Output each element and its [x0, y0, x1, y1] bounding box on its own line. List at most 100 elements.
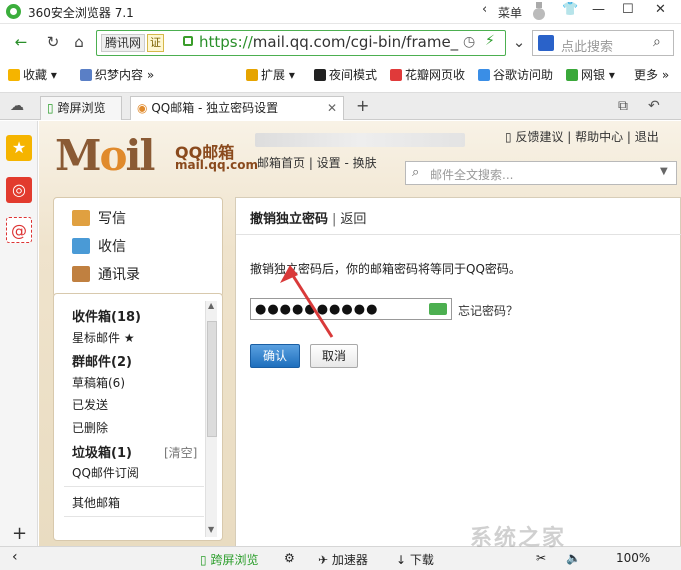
url-path: mail.qq.com/cgi-bin/frame_: [252, 33, 459, 51]
folder-spam[interactable]: 垃圾箱(1): [72, 442, 132, 461]
site-badge[interactable]: 腾讯网: [101, 34, 146, 52]
contacts-icon: [72, 266, 90, 282]
annotation-arrow: [280, 265, 334, 338]
bookmark-night-mode[interactable]: 夜间模式: [314, 66, 377, 83]
bookmark-label: 更多: [634, 68, 659, 82]
mail-sidebar-icon[interactable]: @: [6, 217, 32, 243]
confirm-button[interactable]: 确认: [250, 344, 300, 368]
cloud-icon[interactable]: ☁: [10, 98, 24, 114]
scrollbar-thumb[interactable]: [207, 321, 217, 437]
refresh-icon[interactable]: ↻: [42, 32, 64, 52]
bookmark-more[interactable]: 更多 »: [634, 66, 669, 83]
zoom-level[interactable]: 100%: [616, 551, 650, 565]
page-action-icon[interactable]: ◷: [463, 34, 475, 50]
brand-domain: mail.qq.com: [175, 158, 258, 172]
search-box[interactable]: 点此搜索 ⌕: [532, 30, 674, 56]
url-scheme: https://: [199, 33, 253, 51]
weibo-icon[interactable]: ◎: [6, 177, 32, 203]
chevron-down-icon[interactable]: ▼: [660, 166, 668, 177]
bookmark-extensions[interactable]: 扩展 ▾: [246, 66, 295, 83]
folder-scrollbar[interactable]: ▲ ▼: [205, 301, 217, 537]
compose-button[interactable]: 写信: [72, 208, 126, 228]
mail-search-input[interactable]: ⌕ 邮件全文搜索... ▼: [405, 161, 677, 185]
status-cross-screen[interactable]: ▯ 跨屏浏览: [200, 551, 258, 568]
bookmark-huaban[interactable]: 花瓣网页收: [390, 66, 465, 83]
tab-label: QQ邮箱 - 独立密码设置: [151, 101, 279, 115]
address-bar[interactable]: 腾讯网 证 https://mail.qq.com/cgi-bin/frame_…: [96, 30, 506, 56]
bookmark-favorites[interactable]: 收藏 ▾: [8, 66, 57, 83]
cancel-button[interactable]: 取消: [310, 344, 358, 368]
add-sidebar-icon[interactable]: +: [12, 523, 27, 544]
top-nav-links[interactable]: 邮箱首页 | 设置 - 换肤: [257, 154, 377, 171]
window-title: 360安全浏览器 7.1: [28, 6, 134, 20]
menu-button[interactable]: 菜单: [498, 4, 522, 21]
contacts-label: 通讯录: [98, 267, 140, 283]
clear-spam-link[interactable]: [清空]: [164, 444, 197, 461]
inbox-icon: [72, 238, 90, 254]
lock-icon: [183, 36, 193, 46]
screenshot-icon[interactable]: ✂: [536, 551, 546, 565]
folder-deleted[interactable]: 已删除: [72, 419, 108, 436]
forgot-password-link[interactable]: 忘记密码？: [458, 302, 518, 319]
tab-strip: ☁ ▯ 跨屏浏览 ◉ QQ邮箱 - 独立密码设置 ✕ + ⧉ ↶: [0, 92, 681, 120]
keyboard-icon[interactable]: [429, 303, 447, 315]
tab-close-icon[interactable]: ✕: [327, 97, 337, 119]
lightning-icon[interactable]: ⚡: [485, 33, 495, 49]
status-download[interactable]: ↓ 下载: [396, 551, 434, 568]
scroll-down-icon[interactable]: ▼: [208, 525, 214, 534]
search-engine-icon[interactable]: [538, 35, 554, 51]
scroll-up-icon[interactable]: ▲: [208, 301, 214, 310]
action-panel: 写信 收信 通讯录: [53, 197, 223, 297]
folder-other[interactable]: 其他邮箱: [72, 494, 120, 511]
tab-qqmail[interactable]: ◉ QQ邮箱 - 独立密码设置 ✕: [130, 96, 344, 120]
folder-sent[interactable]: 已发送: [72, 396, 108, 413]
search-icon: ⌕: [412, 165, 420, 180]
back-link[interactable]: 返回: [340, 212, 366, 227]
folder-group[interactable]: 群邮件(2): [72, 351, 132, 370]
phone-icon: ▯: [47, 101, 54, 115]
compose-label: 写信: [98, 211, 126, 227]
bookmark-zhimeng[interactable]: 织梦内容 »: [80, 66, 154, 83]
accelerator-label: 加速器: [331, 553, 368, 567]
bookmark-label: 织梦内容: [95, 68, 144, 82]
cert-badge[interactable]: 证: [147, 34, 164, 52]
favorites-sidebar-icon[interactable]: ★: [6, 135, 32, 161]
folder-starred[interactable]: 星标邮件 ★: [72, 329, 135, 346]
close-button[interactable]: ✕: [655, 2, 666, 17]
gear-icon[interactable]: ⚙: [284, 551, 295, 565]
bookmark-google-helper[interactable]: 谷歌访问助: [478, 66, 553, 83]
back-arrow-small-icon[interactable]: ‹: [482, 2, 487, 17]
receive-button[interactable]: 收信: [72, 236, 126, 256]
maximize-button[interactable]: ☐: [622, 2, 634, 17]
bookmark-bank[interactable]: 网银 ▾: [566, 66, 615, 83]
tab-cross-screen[interactable]: ▯ 跨屏浏览: [40, 96, 122, 120]
back-icon[interactable]: ←: [10, 32, 32, 52]
url-text[interactable]: https://mail.qq.com/cgi-bin/frame_: [199, 33, 458, 51]
sidebar-toggle-icon[interactable]: ‹: [12, 549, 18, 565]
new-tab-button[interactable]: +: [356, 96, 369, 115]
mail-search-placeholder: 邮件全文搜索...: [430, 168, 514, 182]
contacts-button[interactable]: 通讯录: [72, 264, 140, 284]
bookmarks-bar: 收藏 ▾ 织梦内容 » 扩展 ▾ 夜间模式 花瓣网页收 谷歌访问助 网银 ▾ 更…: [0, 62, 681, 86]
mail-logo[interactable]: Moil: [55, 131, 155, 180]
home-icon[interactable]: ⌂: [68, 32, 90, 52]
search-icon[interactable]: ⌕: [653, 34, 661, 50]
folder-list: 收件箱(18) 星标邮件 ★ 群邮件(2) 草稿箱(6) 已发送 已删除 垃圾箱…: [53, 293, 223, 541]
folder-inbox[interactable]: 收件箱(18): [72, 306, 141, 325]
folder-drafts[interactable]: 草稿箱(6): [72, 374, 125, 391]
chevron-down-icon[interactable]: ⌄: [508, 32, 530, 52]
skin-icon[interactable]: 👕: [562, 2, 578, 17]
bookmark-label: 收藏: [23, 68, 48, 82]
minimize-button[interactable]: —: [592, 2, 605, 17]
restore-tab-icon[interactable]: ↶: [648, 98, 660, 114]
page-title: 撤销独立密码: [250, 212, 329, 227]
top-right-links[interactable]: ▯ 反馈建议 | 帮助中心 | 退出: [505, 128, 659, 145]
status-accelerator[interactable]: ✈ 加速器: [318, 551, 368, 568]
tab-label: 跨屏浏览: [57, 101, 106, 115]
folder-subscription[interactable]: QQ邮件订阅: [72, 464, 139, 481]
chrome-icon: [478, 69, 490, 81]
receive-label: 收信: [98, 239, 126, 255]
tab-list-icon[interactable]: ⧉: [618, 98, 628, 114]
speaker-icon[interactable]: 🔈: [566, 551, 581, 565]
panel-header: 撤销独立密码 | 返回: [250, 208, 366, 227]
